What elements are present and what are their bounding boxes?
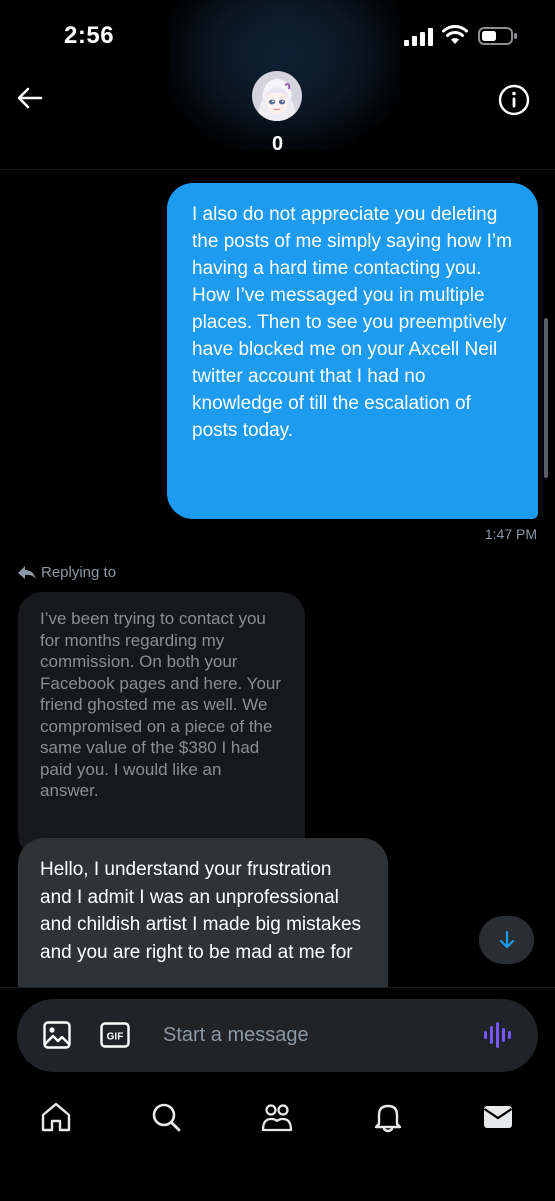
image-icon[interactable] — [42, 1020, 72, 1050]
quoted-message[interactable]: I’ve been trying to contact you for mont… — [18, 592, 305, 858]
reply-arrow-icon — [18, 566, 36, 579]
received-message-text: Hello, I understand your frustration and… — [40, 859, 362, 963]
wifi-icon — [442, 25, 468, 44]
message-timestamp: 1:47 PM — [484, 526, 537, 542]
replying-to-text: Replying to — [41, 563, 117, 581]
status-time: 2:56 — [64, 22, 115, 49]
info-circle-icon[interactable] — [497, 83, 531, 117]
messages-icon[interactable] — [481, 1100, 515, 1134]
search-icon[interactable] — [149, 1100, 183, 1134]
avatar-illustration — [252, 71, 302, 121]
cellular-signal-icon — [404, 28, 433, 46]
gif-icon: GIF — [100, 1022, 130, 1048]
quoted-message-text: I’ve been trying to contact you for mont… — [40, 609, 282, 800]
header-divider — [0, 169, 555, 170]
voice-message-icon[interactable] — [482, 1019, 514, 1051]
home-indicator-area — [0, 1180, 555, 1200]
sent-message-text: I also do not appreciate you deleting th… — [192, 204, 512, 441]
replying-to-label: Replying to — [17, 562, 116, 582]
notifications-icon[interactable] — [371, 1100, 405, 1134]
home-icon[interactable] — [39, 1100, 73, 1134]
arrow-down-icon — [499, 930, 514, 949]
back-arrow-icon[interactable] — [14, 82, 46, 114]
contact-avatar[interactable] — [252, 71, 302, 121]
gif-button[interactable]: GIF — [100, 1022, 130, 1048]
battery-icon — [478, 27, 517, 45]
status-bar: 2:56 — [0, 0, 555, 70]
sent-message-bubble[interactable]: I also do not appreciate you deleting th… — [167, 183, 538, 519]
scroll-to-bottom-button[interactable] — [479, 916, 534, 964]
communities-icon[interactable] — [260, 1100, 294, 1134]
message-input[interactable] — [163, 1019, 453, 1051]
gif-label: GIF — [107, 1032, 124, 1043]
bottom-tab-bar — [0, 1090, 555, 1150]
scroll-indicator — [544, 318, 548, 478]
contact-name[interactable]: 0 — [0, 133, 555, 156]
